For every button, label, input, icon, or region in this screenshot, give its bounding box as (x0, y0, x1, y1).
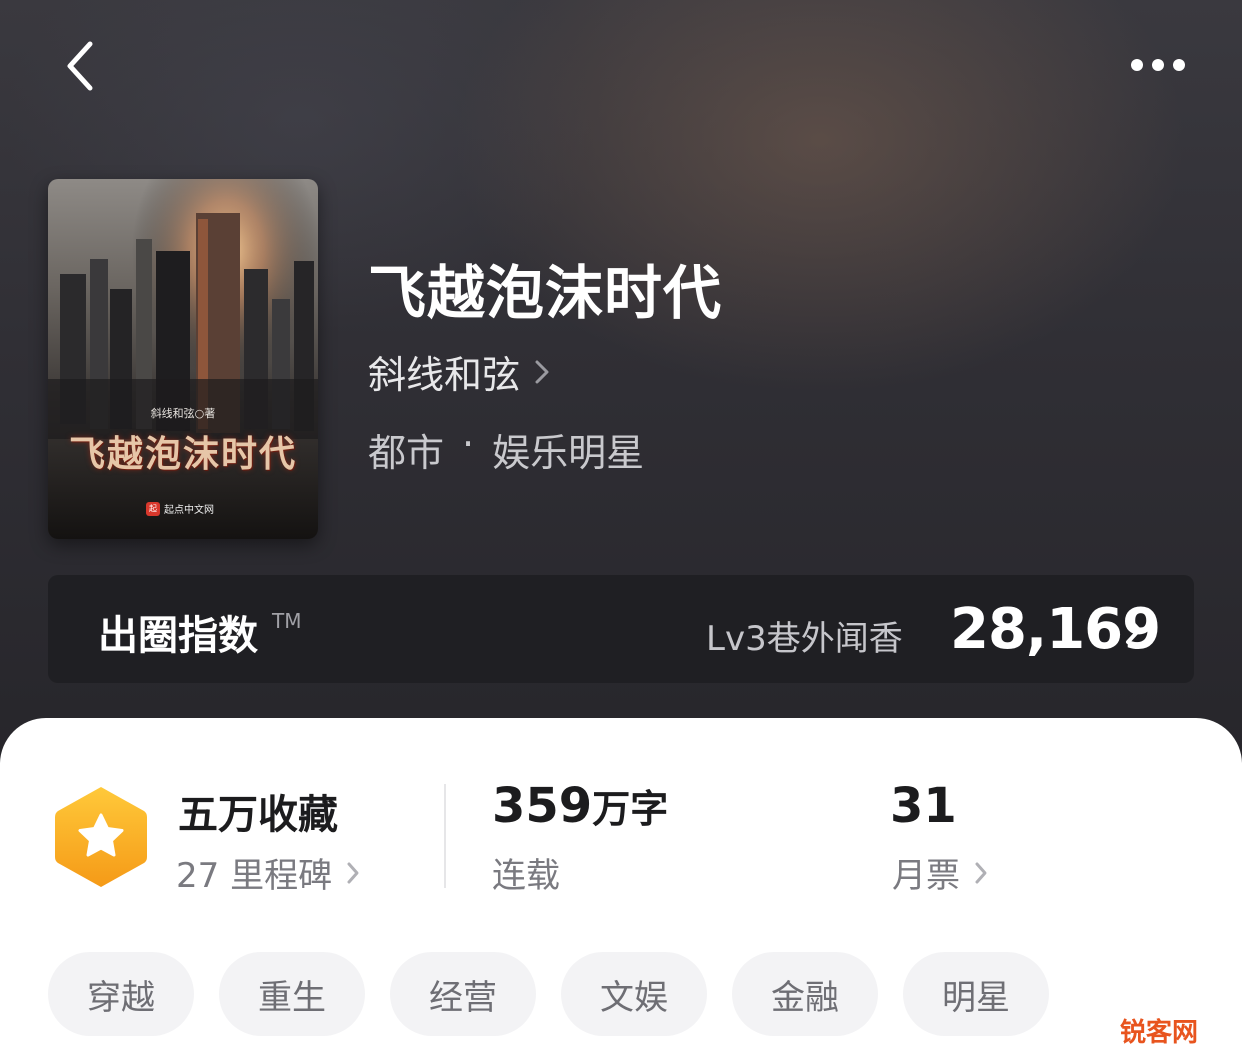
cover-publisher: 起 起点中文网 (146, 501, 214, 516)
chevron-right-icon (535, 360, 549, 383)
monthly-ticket-label: 月票 (892, 856, 960, 896)
book-title: 飞越泡沫时代 (368, 259, 723, 327)
word-count-unit: 万字 (592, 787, 669, 831)
monthly-ticket-count: 31 (890, 778, 957, 834)
city-skyline-image (48, 179, 318, 539)
tag-chip[interactable]: 重生 (219, 952, 365, 1036)
index-level: Lv3巷外闻香 (706, 619, 903, 659)
tag-chip[interactable]: 经营 (390, 952, 536, 1036)
tag-chip[interactable]: 文娱 (561, 952, 707, 1036)
chevron-right-icon (347, 862, 359, 883)
tag-chip[interactable]: 穿越 (48, 952, 194, 1036)
chevron-right-icon (1126, 616, 1141, 644)
index-label: 出圈指数 (98, 613, 258, 659)
book-info-sheet: 五万收藏 27 里程碑 359万字 连载 31 月票 穿越 重生 经营 文娱 金… (0, 718, 1242, 1059)
trademark-mark: TM (272, 609, 302, 633)
stats-divider (444, 784, 446, 888)
tag-list: 穿越 重生 经营 文娱 金融 明星 (48, 952, 1049, 1036)
word-count-number: 359 (492, 778, 593, 834)
genre-line: 都市 · 娱乐明星 (368, 422, 644, 477)
word-count: 359万字 (492, 778, 668, 834)
serial-status: 连载 (492, 856, 560, 896)
genre-primary: 都市 (368, 431, 445, 475)
back-button[interactable] (60, 38, 110, 94)
cover-author-line: 斜线和弦○著 (150, 407, 216, 420)
genre-secondary: 娱乐明星 (492, 431, 645, 475)
genre-separator: · (462, 422, 475, 466)
publisher-logo-icon: 起 (146, 501, 160, 516)
book-cover[interactable]: 斜线和弦○著 飞越泡沫时代 起 起点中文网 (48, 179, 318, 539)
milestone-link[interactable]: 27 里程碑 (176, 848, 360, 897)
more-button[interactable] (1118, 48, 1198, 84)
more-dots-icon (1131, 59, 1185, 71)
cover-title: 飞越泡沫时代 (68, 433, 297, 475)
chevron-left-icon (67, 41, 93, 91)
monthly-ticket-link[interactable]: 月票 (892, 848, 988, 897)
publisher-name: 起点中文网 (164, 505, 214, 516)
star-hexagon-badge-icon (55, 787, 147, 887)
author-name: 斜线和弦 (368, 353, 521, 397)
milestone-count: 27 里程碑 (176, 856, 333, 896)
chevron-right-icon (975, 862, 987, 883)
author-link[interactable]: 斜线和弦 (368, 344, 550, 399)
tag-chip[interactable]: 明星 (903, 952, 1049, 1036)
popularity-index-card[interactable]: 出圈指数 TM Lv3巷外闻香 28,169 (48, 575, 1194, 683)
collection-count: 五万收藏 (178, 792, 338, 838)
site-watermark: 锐客网 (1120, 1018, 1199, 1048)
tag-chip[interactable]: 金融 (732, 952, 878, 1036)
